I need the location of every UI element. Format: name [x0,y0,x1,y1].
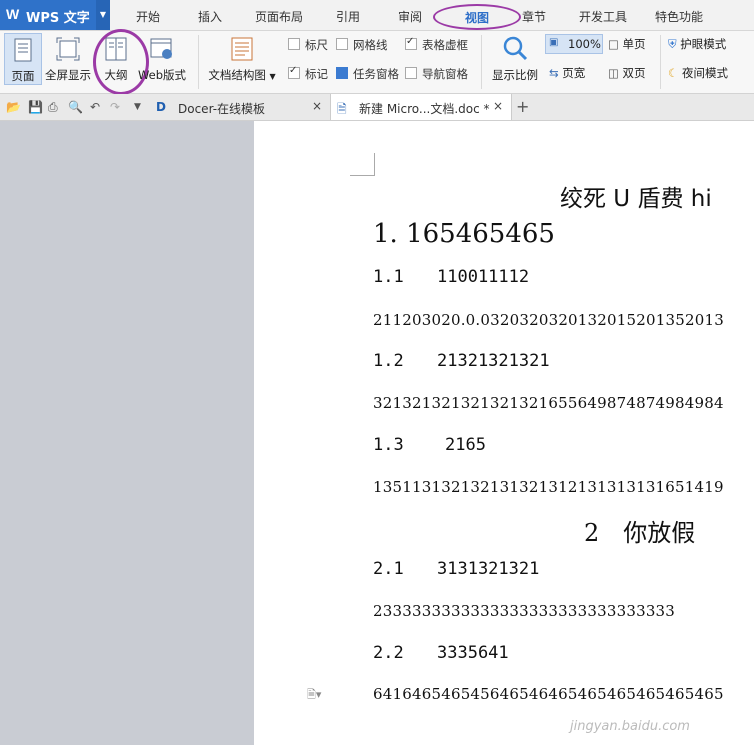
nav-pane-checkbox[interactable]: 导航窗格 [405,66,468,82]
tab-review[interactable]: 审阅 [398,8,422,25]
page-view-label: 页面 [11,69,35,83]
document-icon: 🗎 [337,102,347,116]
zoom-ratio-button[interactable]: 显示比例 [488,33,542,83]
ribbon-divider [198,35,199,89]
print-preview-icon[interactable]: 🔍 [68,100,83,114]
marks-checkbox[interactable]: 标记 [288,65,328,82]
table-gridlines-checkbox[interactable]: 表格虚框 [405,36,468,53]
doc-title: 绞死 U 盾费 hi [560,186,712,212]
tab-chapter[interactable]: 章节 [522,8,546,25]
tab-features[interactable]: 特色功能 [655,8,703,25]
night-mode-label: 夜间模式 [681,66,728,80]
heading-1-3: 1.3 2165 [373,435,486,455]
doc-structure-icon [231,37,253,61]
chevron-down-icon[interactable]: ▼ [96,0,110,30]
paragraph: 641646546545646546465465465465465465 [373,685,724,703]
ruler-checkbox[interactable]: 标尺 [288,37,328,53]
marks-label: 标记 [305,67,328,81]
tab-developer[interactable]: 开发工具 [579,8,627,25]
paragraph: 211203020.0.0320320320132015201352013 [373,311,724,329]
page-width-button[interactable]: ⇆ 页宽 [549,65,585,81]
ribbon-divider [660,35,661,89]
tab-docer[interactable]: D Docer-在线模板 × [150,94,328,120]
paragraph: 321321321321321321655649874874984984 [373,394,724,412]
page-margin-corner [350,153,375,176]
moon-icon: ☾ [668,66,679,80]
heading-1-2: 1.2 21321321321 [373,351,550,371]
single-page-label: 单页 [622,37,646,51]
nav-pane-label: 导航窗格 [422,67,468,81]
paragraph: 135113132132131321312131313131651419 [373,478,724,496]
heading-2-1: 2.1 3131321321 [373,559,540,579]
tab-view[interactable]: 视图 [433,4,521,30]
night-mode-button[interactable]: ☾ 夜间模式 [668,65,728,81]
eye-mode-label: 护眼模式 [680,37,727,51]
heading-1-1: 1.1 110011112 [373,267,530,287]
table-gridlines-label: 表格虚框 [422,38,468,52]
fullscreen-icon [56,37,80,61]
undo-icon[interactable]: ↶ [90,100,100,114]
single-page-button[interactable]: □ 单页 [608,36,646,52]
app-menu-button[interactable]: W WPS 文字 ▼ [0,0,110,30]
tab-home[interactable]: 开始 [136,8,160,25]
fullscreen-button[interactable]: 全屏显示 [44,33,92,83]
redo-icon[interactable]: ↷ [110,100,120,114]
document-tab-strip: 📂 💾 ⎙ 🔍 ↶ ↷ ▼ D Docer-在线模板 × 🗎 新建 Micro.… [0,94,754,121]
watermark: jingyan.baidu.com [570,719,690,734]
doc-structure-label: 文档结构图 ▼ [208,68,276,82]
heading-1: 1. 165465465 [373,219,555,249]
single-page-icon: □ [608,37,619,51]
page-width-label: 页宽 [562,66,586,80]
chevron-down-icon[interactable]: ▼ [134,102,141,112]
print-icon[interactable]: ⎙ [48,100,58,115]
tab-view-label: 视图 [464,11,489,25]
web-layout-label: Web版式 [137,68,187,82]
two-pages-icon: ◫ [608,66,619,80]
tab-references[interactable]: 引用 [336,8,360,25]
gridlines-checkbox[interactable]: 网格线 [336,37,388,53]
close-icon[interactable]: × [493,99,503,113]
docer-icon: D [156,100,166,114]
save-icon[interactable]: 💾 [28,100,43,114]
zoom-icon: ▣ [549,37,559,48]
two-pages-label: 双页 [622,66,646,80]
zoom-ratio-label: 显示比例 [492,68,538,82]
web-layout-button[interactable]: Web版式 [136,33,188,83]
zoom-value: 100% [568,37,601,51]
magnifier-icon [503,36,528,61]
menu-bar: W WPS 文字 ▼ 开始 插入 页面布局 引用 审阅 视图 章节 开发工具 特… [0,0,754,31]
tab-insert[interactable]: 插入 [198,8,222,25]
tab-page-layout[interactable]: 页面布局 [255,8,303,25]
page-icon [14,38,32,62]
task-pane-label: 任务窗格 [353,67,399,81]
two-pages-button[interactable]: ◫ 双页 [608,65,646,81]
open-folder-icon[interactable]: 📂 [6,100,21,114]
tab-docer-label: Docer-在线模板 [178,102,266,116]
ruler-label: 标尺 [305,38,328,52]
tab-document[interactable]: 🗎 新建 Micro...文档.doc * × [330,94,512,120]
wps-logo-icon: W [6,6,20,22]
ribbon-divider [481,35,482,89]
fullscreen-label: 全屏显示 [45,68,91,82]
heading-2-2: 2.2 3335641 [373,643,509,663]
document-page[interactable]: 绞死 U 盾费 hi 1. 165465465 1.1 110011112 211… [254,121,754,745]
app-name: WPS 文字 [26,11,90,26]
tab-document-label: 新建 Micro...文档.doc * [359,102,490,116]
doc-structure-button[interactable]: 文档结构图 ▼ [206,33,278,83]
ribbon-view: 页面 全屏显示 大纲 Web版式 文档结构图 ▼ 标尺 网格线 表格虚框 标记 … [0,29,754,95]
zoom-100-button[interactable]: ▣ 100% [545,34,603,54]
chapter-2-heading: 2 你放假 [584,519,696,547]
page-view-button[interactable]: 页面 [4,33,42,85]
close-icon[interactable]: × [312,99,322,113]
shield-icon: ⛨ [668,37,677,51]
web-layout-icon [150,38,172,59]
task-pane-checkbox[interactable]: 任务窗格 [336,66,399,82]
gridlines-label: 网格线 [353,38,388,52]
paragraph-menu-icon[interactable]: 🗎▾ [307,686,321,705]
eye-mode-button[interactable]: ⛨ 护眼模式 [668,36,726,52]
paragraph: 2333333333333333333333333333333 [373,602,676,620]
page-width-icon: ⇆ [549,66,559,80]
add-tab-icon[interactable]: + [516,97,529,116]
